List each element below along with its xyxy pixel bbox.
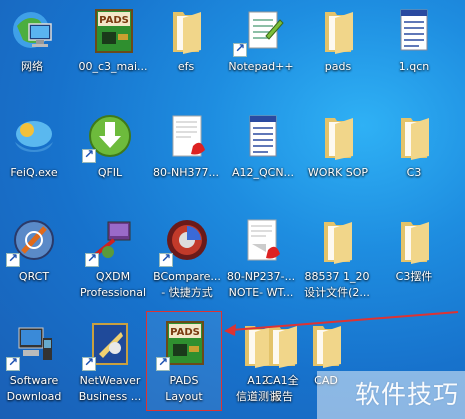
notepad-icon	[233, 6, 286, 57]
desktop-icon-efs[interactable]: efs	[148, 6, 224, 75]
shortcut-arrow-icon	[233, 41, 247, 57]
desktop-icon-88537[interactable]: 88537 1_20 设计文件(2...	[299, 216, 375, 301]
desktop-icon-bcompare[interactable]: BCompare... - 快捷方式	[149, 216, 225, 301]
desktop-icon-pads-layout[interactable]: PADS PADS Layout	[146, 320, 222, 405]
folder-icon	[313, 6, 363, 56]
software-download-icon	[6, 320, 59, 371]
desktop-icon-label: Software Download	[6, 374, 62, 403]
desktop-icon-label: NetWeaver Business ...	[78, 374, 142, 403]
bcompare-icon	[159, 216, 212, 267]
qxdm-icon	[85, 216, 138, 267]
pads-badge-text: PADS	[99, 15, 129, 26]
network-icon	[7, 6, 57, 56]
desktop-icon-label: 1.qcn	[398, 60, 430, 73]
desktop-icon-label: Notepad++	[228, 60, 294, 73]
desktop-icon-label: BCompare... - 快捷方式	[153, 270, 221, 299]
desktop-icon-label: 00_c3_mai...	[78, 60, 148, 73]
qrct-icon	[6, 216, 59, 267]
document-icon	[238, 112, 288, 162]
desktop-icon-80-np237[interactable]: 80-NP237-... NOTE- WT...	[223, 216, 299, 301]
desktop-icon-label: QXDM Professional	[79, 270, 147, 299]
desktop-icon-label: QFIL	[97, 166, 123, 179]
desktop-icon-label: WORK SOP	[307, 166, 369, 179]
desktop-icon-feiq[interactable]: FeiQ.exe	[0, 112, 72, 181]
pdf-icon	[236, 216, 286, 266]
folder-icon	[389, 216, 439, 266]
desktop-icon-label: pads	[324, 60, 352, 73]
shortcut-arrow-icon	[6, 355, 20, 371]
desktop-icon-netweaver[interactable]: NetWeaver Business ...	[72, 320, 148, 405]
folder-icon	[389, 112, 439, 162]
qfil-icon	[82, 112, 135, 163]
desktop-icon-qxdm[interactable]: QXDM Professional	[75, 216, 151, 301]
desktop-icon-network[interactable]: 网络	[0, 6, 70, 75]
desktop-icon-80-nh377[interactable]: 80-NH377...	[148, 112, 224, 181]
folder-icon	[312, 216, 362, 266]
desktop-icon-label: A12_QCN...	[231, 166, 295, 179]
desktop-icon-pads[interactable]: pads	[300, 6, 376, 75]
pads-badge-text: PADS	[170, 327, 200, 338]
pads-app-icon: PADS	[156, 320, 209, 371]
watermark-text: 软件技巧	[354, 380, 459, 409]
desktop-icon-c3[interactable]: C3	[376, 112, 452, 181]
shortcut-arrow-icon	[85, 251, 99, 267]
netweaver-icon	[82, 320, 135, 371]
desktop-icon-qrct[interactable]: QRCT	[0, 216, 72, 285]
desktop-icon-label: C3	[406, 166, 422, 179]
feiq-icon	[9, 112, 59, 162]
desktop-icon-label: C3摆件	[395, 270, 433, 283]
desktop-icon-00-c3-main[interactable]: PADS 00_c3_mai...	[75, 6, 151, 75]
desktop-icon-work-sop[interactable]: WORK SOP	[300, 112, 376, 181]
desktop-icon-c3-baijian[interactable]: C3摆件	[376, 216, 452, 285]
pads-app-icon: PADS	[88, 6, 138, 56]
desktop-icon-label: 80-NP237-... NOTE- WT...	[226, 270, 296, 299]
shortcut-arrow-icon	[159, 251, 173, 267]
shortcut-arrow-icon	[156, 355, 170, 371]
folder-icon	[161, 6, 211, 56]
desktop-icon-label: 网络	[21, 60, 43, 73]
desktop-icon-label: QRCT	[18, 270, 50, 283]
desktop-icon-notepad-plus-plus[interactable]: Notepad++	[223, 6, 299, 75]
document-icon	[389, 6, 439, 56]
shortcut-arrow-icon	[82, 147, 96, 163]
desktop-icon-label: PADS Layout	[165, 374, 203, 403]
folder-icon	[313, 112, 363, 162]
desktop-icon-qfil[interactable]: QFIL	[72, 112, 148, 181]
pdf-icon	[161, 112, 211, 162]
desktop-icon-label: efs	[177, 60, 195, 73]
desktop-icon-label: 88537 1_20 设计文件(2...	[304, 270, 370, 299]
desktop-icon-software-download[interactable]: Software Download	[0, 320, 72, 405]
desktop-icon-label: 80-NH377...	[153, 166, 219, 179]
desktop-icon-label: FeiQ.exe	[10, 166, 58, 179]
desktop-icon-1-qcn[interactable]: 1.qcn	[376, 6, 452, 75]
desktop-icon-a12-qcn[interactable]: A12_QCN...	[225, 112, 301, 181]
shortcut-arrow-icon	[6, 251, 20, 267]
shortcut-arrow-icon	[82, 355, 96, 371]
folder-icon	[301, 320, 351, 370]
